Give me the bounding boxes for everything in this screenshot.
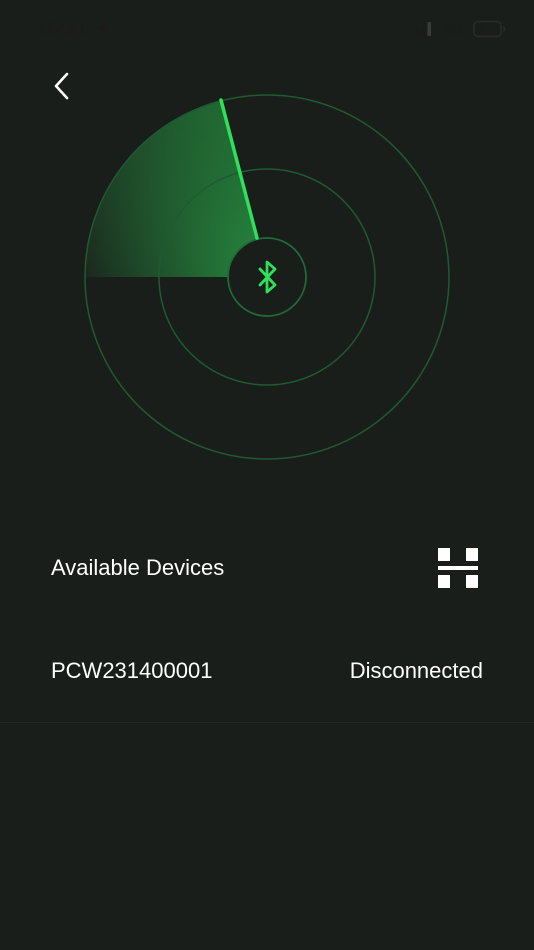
scan-button[interactable] xyxy=(430,542,486,594)
devices-header: Available Devices xyxy=(0,530,534,606)
devices-title: Available Devices xyxy=(51,555,225,580)
battery-icon xyxy=(473,20,506,38)
status-time: 16:21 xyxy=(36,18,89,40)
radar-scanner xyxy=(84,94,450,460)
signal-bars-icon xyxy=(411,22,431,36)
device-name: PCW231400001 xyxy=(51,658,213,683)
network-label: 4G xyxy=(441,20,464,39)
device-status: Disconnected xyxy=(349,658,483,683)
scan-icon xyxy=(438,548,478,588)
device-row[interactable]: PCW231400001 Disconnected xyxy=(0,622,534,723)
status-bar: 16:21 4G xyxy=(0,0,534,60)
location-arrow-icon xyxy=(94,22,108,36)
